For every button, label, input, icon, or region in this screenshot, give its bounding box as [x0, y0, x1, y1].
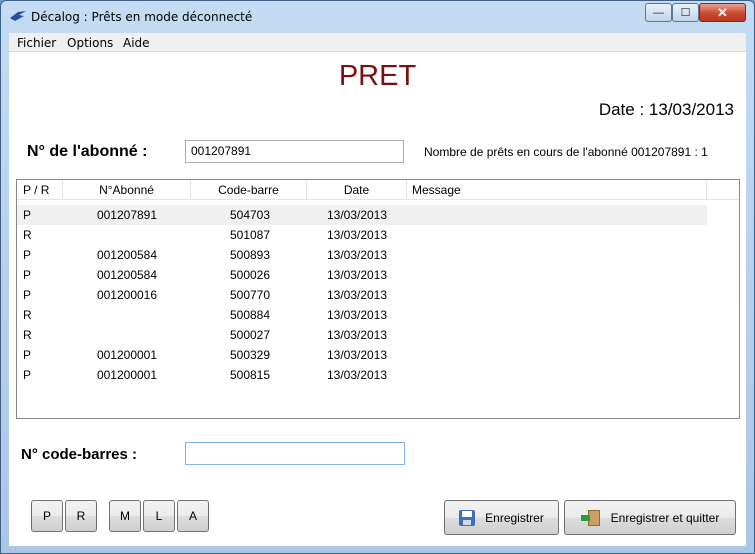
cell-abonne: 001207891	[96, 208, 158, 222]
exit-door-icon	[580, 509, 601, 527]
cell-pr: P	[23, 248, 32, 262]
cell-code-barre: 504703	[229, 208, 271, 222]
cell-code-barre: 501087	[229, 228, 271, 242]
barcode-label: N° code-barres :	[21, 446, 138, 463]
cell-pr: R	[23, 308, 32, 322]
column-header-message[interactable]: Message	[407, 180, 707, 200]
cell-abonne: 001200584	[96, 248, 158, 262]
table-row[interactable]: R 500884 13/03/2013	[17, 305, 707, 325]
cell-pr: P	[23, 368, 32, 382]
save-and-quit-button-label: Enregistrer et quitter	[610, 510, 720, 525]
cell-date: 13/03/2013	[326, 308, 388, 322]
minimize-button[interactable]: —	[645, 3, 672, 22]
loans-table[interactable]: P / R N°Abonné Code-barre Date Message P…	[16, 179, 740, 419]
save-button[interactable]: Enregistrer	[444, 500, 559, 535]
cell-code-barre: 500770	[229, 288, 271, 302]
cell-date: 13/03/2013	[326, 248, 388, 262]
window-title: Décalog : Prêts en mode déconnecté	[31, 10, 253, 24]
cell-date: 13/03/2013	[326, 268, 388, 282]
barcode-input[interactable]	[185, 442, 405, 465]
cell-pr: P	[23, 348, 32, 362]
save-button-label: Enregistrer	[485, 510, 544, 525]
table-header: P / R N°Abonné Code-barre Date Message	[17, 180, 739, 200]
main-panel: PRET Date : 13/03/2013 N° de l'abonné : …	[9, 52, 746, 546]
app-window: Décalog : Prêts en mode déconnecté — ☐ ✕…	[0, 0, 755, 554]
decalog-logo-icon	[10, 11, 26, 21]
cell-date: 13/03/2013	[326, 368, 388, 382]
cell-date: 13/03/2013	[326, 328, 388, 342]
date-label: Date : 13/03/2013	[598, 100, 734, 119]
cell-pr: P	[23, 268, 32, 282]
close-button[interactable]: ✕	[699, 3, 746, 22]
cell-date: 13/03/2013	[326, 288, 388, 302]
column-header-code-barre[interactable]: Code-barre	[191, 180, 307, 200]
cell-date: 13/03/2013	[326, 208, 388, 222]
cell-pr: R	[23, 328, 32, 342]
column-header-abonne[interactable]: N°Abonné	[63, 180, 191, 200]
column-header-pr[interactable]: P / R	[17, 180, 63, 200]
table-row[interactable]: R 500027 13/03/2013	[17, 325, 707, 345]
cell-abonne: 001200584	[96, 268, 158, 282]
mode-r-button[interactable]: R	[65, 500, 97, 532]
menu-aide[interactable]: Aide	[123, 36, 150, 50]
mode-a-button[interactable]: A	[177, 500, 209, 532]
menu-bar: Fichier Options Aide	[9, 33, 746, 52]
cell-code-barre: 500815	[229, 368, 271, 382]
cell-date: 13/03/2013	[326, 348, 388, 362]
cell-abonne: 001200001	[96, 348, 158, 362]
cell-date: 13/03/2013	[326, 228, 388, 242]
cell-abonne: 001200001	[96, 368, 158, 382]
floppy-disk-icon	[459, 509, 476, 526]
mode-m-button[interactable]: M	[109, 500, 141, 532]
subscriber-label: N° de l'abonné :	[27, 143, 148, 160]
mode-p-button[interactable]: P	[31, 500, 63, 532]
cell-pr: P	[23, 208, 32, 222]
title-bar[interactable]: Décalog : Prêts en mode déconnecté — ☐ ✕	[1, 1, 754, 33]
loans-count-text: Nombre de prêts en cours de l'abonné 001…	[424, 145, 708, 159]
page-title: PRET	[338, 60, 417, 92]
table-row[interactable]: R 501087 13/03/2013	[17, 225, 707, 245]
cell-code-barre: 500329	[229, 348, 271, 362]
cell-code-barre: 500027	[229, 328, 271, 342]
menu-fichier[interactable]: Fichier	[17, 36, 56, 50]
table-row[interactable]: P 001200016 500770 13/03/2013	[17, 285, 707, 305]
menu-options[interactable]: Options	[67, 36, 113, 50]
table-row[interactable]: P 001200584 500026 13/03/2013	[17, 265, 707, 285]
save-and-quit-button[interactable]: Enregistrer et quitter	[564, 500, 736, 535]
table-row[interactable]: P 001207891 504703 13/03/2013	[17, 205, 707, 225]
table-row[interactable]: P 001200001 500329 13/03/2013	[17, 345, 707, 365]
maximize-button[interactable]: ☐	[672, 3, 699, 22]
cell-code-barre: 500026	[229, 268, 271, 282]
cell-pr: P	[23, 288, 32, 302]
cell-abonne: 001200016	[96, 288, 158, 302]
cell-code-barre: 500884	[229, 308, 271, 322]
cell-pr: R	[23, 228, 32, 242]
mode-l-button[interactable]: L	[143, 500, 175, 532]
subscriber-input[interactable]: 001207891	[185, 140, 404, 163]
cell-code-barre: 500893	[229, 248, 271, 262]
column-header-date[interactable]: Date	[307, 180, 407, 200]
table-row[interactable]: P 001200001 500815 13/03/2013	[17, 365, 707, 385]
table-row[interactable]: P 001200584 500893 13/03/2013	[17, 245, 707, 265]
